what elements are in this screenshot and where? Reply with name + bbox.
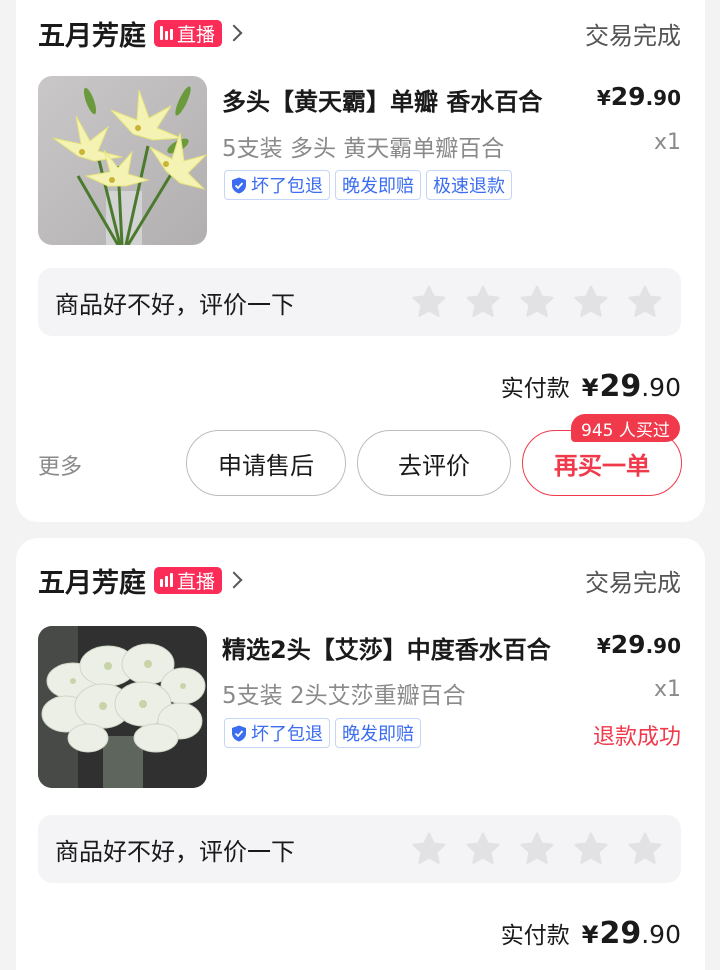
star-icon[interactable] bbox=[519, 831, 555, 867]
shop-header[interactable]: 五月芳庭 直播 交易完成 bbox=[38, 11, 681, 55]
review-prompt: 商品好不好，评价一下 bbox=[55, 290, 295, 319]
refund-status[interactable]: 退款成功 bbox=[593, 719, 681, 751]
service-tag: 坏了包退 bbox=[224, 718, 330, 748]
order-card[interactable]: 五月芳庭 直播 交易完成 精选2头【艾莎】中度香水百合 ¥29.90 5支装 2… bbox=[16, 538, 705, 970]
star-icon[interactable] bbox=[627, 284, 663, 320]
shop-name[interactable]: 五月芳庭 bbox=[38, 14, 146, 53]
order-card[interactable]: 五月芳庭 直播 交易完成 多头【黄天霸】单瓣 香水百合 ¥29.90 5支装 多… bbox=[16, 0, 705, 522]
live-badge[interactable]: 直播 bbox=[154, 566, 223, 594]
chevron-right-icon[interactable] bbox=[228, 21, 242, 45]
paid-amount: ¥29.90 bbox=[581, 369, 681, 404]
star-icon[interactable] bbox=[411, 284, 447, 320]
product-title[interactable]: 多头【黄天霸】单瓣 香水百合 bbox=[222, 82, 562, 117]
review-prompt-bar[interactable]: 商品好不好，评价一下 bbox=[38, 268, 681, 336]
live-label: 直播 bbox=[177, 570, 216, 593]
service-tag: 晚发即赔 bbox=[335, 718, 421, 748]
shop-name[interactable]: 五月芳庭 bbox=[38, 561, 146, 600]
product-image[interactable] bbox=[38, 626, 207, 788]
paid-label: 实付款 bbox=[500, 923, 570, 949]
chevron-right-icon[interactable] bbox=[228, 568, 242, 592]
amount-paid: 实付款 ¥29.90 bbox=[501, 916, 681, 951]
live-label: 直播 bbox=[177, 23, 216, 46]
star-icon[interactable] bbox=[465, 831, 501, 867]
amount-paid: 实付款 ¥29.90 bbox=[501, 369, 681, 404]
shop-header[interactable]: 五月芳庭 直播 交易完成 bbox=[38, 558, 681, 602]
review-prompt: 商品好不好，评价一下 bbox=[55, 837, 295, 866]
unit-price: ¥29.90 bbox=[596, 630, 681, 659]
star-icon[interactable] bbox=[519, 284, 555, 320]
star-icon[interactable] bbox=[411, 831, 447, 867]
more-link[interactable]: 更多 bbox=[38, 449, 82, 481]
paid-amount: ¥29.90 bbox=[581, 916, 681, 951]
star-icon[interactable] bbox=[465, 284, 501, 320]
unit-price: ¥29.90 bbox=[596, 82, 681, 111]
star-icon[interactable] bbox=[573, 831, 609, 867]
rating-stars[interactable] bbox=[411, 831, 663, 867]
service-tag: 坏了包退 bbox=[224, 170, 330, 200]
product-title[interactable]: 精选2头【艾莎】中度香水百合 bbox=[222, 630, 562, 665]
service-tags: 坏了包退 晚发即赔 极速退款 bbox=[224, 170, 512, 200]
service-tag: 极速退款 bbox=[426, 170, 512, 200]
shield-check-icon bbox=[232, 725, 246, 741]
shield-check-icon bbox=[232, 177, 246, 193]
order-status: 交易完成 bbox=[585, 568, 681, 597]
paid-label: 实付款 bbox=[500, 376, 570, 402]
quantity: x1 bbox=[653, 130, 681, 155]
review-prompt-bar[interactable]: 商品好不好，评价一下 bbox=[38, 815, 681, 883]
live-bars-icon bbox=[160, 26, 173, 40]
order-status: 交易完成 bbox=[585, 21, 681, 50]
product-sku: 5支装 多头 黄天霸单瓣百合 bbox=[222, 136, 505, 162]
after-sales-button[interactable]: 申请售后 bbox=[186, 430, 346, 496]
rating-stars[interactable] bbox=[411, 284, 663, 320]
service-tag: 晚发即赔 bbox=[335, 170, 421, 200]
product-image[interactable] bbox=[38, 76, 207, 245]
service-tags: 坏了包退 晚发即赔 bbox=[224, 718, 421, 748]
star-icon[interactable] bbox=[573, 284, 609, 320]
star-icon[interactable] bbox=[627, 831, 663, 867]
quantity: x1 bbox=[653, 677, 681, 702]
live-badge[interactable]: 直播 bbox=[154, 19, 223, 47]
bought-count-badge: 945 人买过 bbox=[571, 414, 680, 442]
live-bars-icon bbox=[160, 573, 173, 587]
write-review-button[interactable]: 去评价 bbox=[357, 430, 511, 496]
product-sku: 5支装 2头艾莎重瓣百合 bbox=[222, 683, 466, 709]
